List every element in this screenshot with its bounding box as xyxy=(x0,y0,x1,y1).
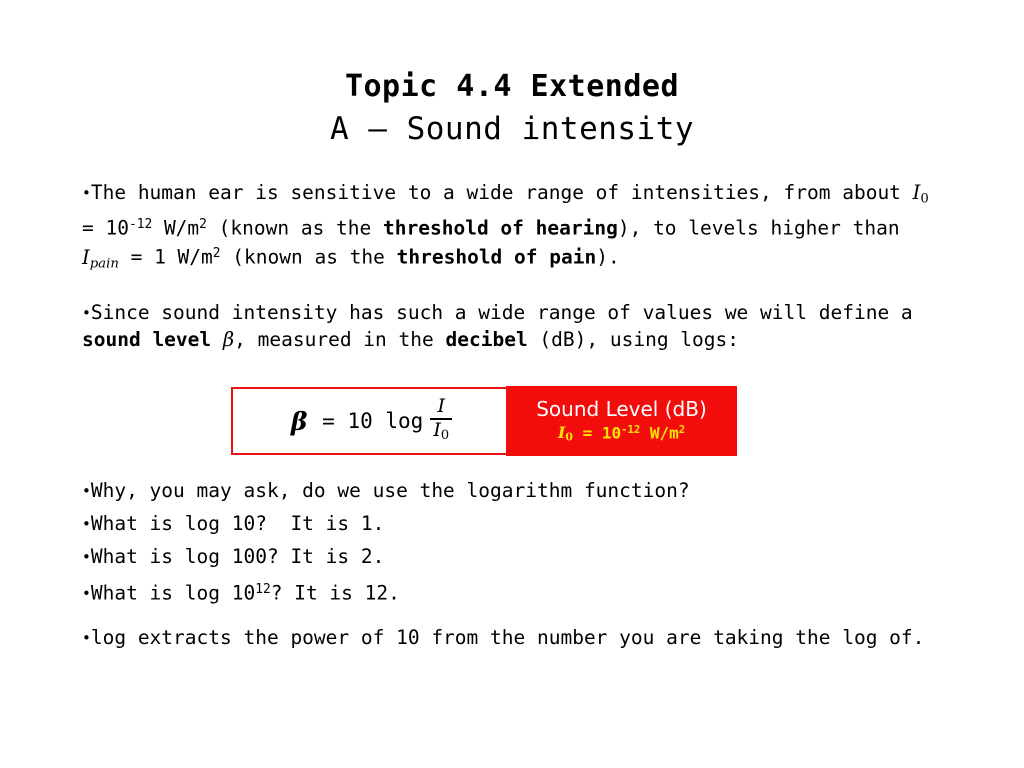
fraction-numerator: I xyxy=(437,395,445,418)
bullet-why-logarithm: •Why, you may ask, do we use the logarit… xyxy=(82,478,962,505)
slide-title: Topic 4.4 Extended A – Sound intensity xyxy=(0,69,1024,149)
symbol-I0-callout-subscript: 0 xyxy=(565,430,573,444)
ear-segment-6: = 1 W/m xyxy=(118,245,213,269)
bullet-icon: • xyxy=(82,584,91,603)
bullet-icon: • xyxy=(82,184,91,202)
ear-segment-7: (known as the xyxy=(220,245,397,269)
exponent-two-a: 2 xyxy=(199,216,207,232)
term-threshold-of-hearing: threshold of hearing xyxy=(383,216,618,240)
log10-text: What is log 10? It is 1. xyxy=(90,512,385,535)
log1012-segment-2: ? It is 12. xyxy=(270,581,400,605)
ear-segment-1: The human ear is sensitive to a wide ran… xyxy=(90,181,913,204)
fraction-denominator-base: I xyxy=(433,418,441,441)
log1012-segment-1: What is log 10 xyxy=(90,581,256,605)
log1012-exponent: 12 xyxy=(255,582,271,597)
exponent-minus-12: -12 xyxy=(128,216,153,232)
bullet-log-extracts-power: •log extracts the power of 10 from the n… xyxy=(82,625,962,652)
sound-level-title: Sound Level (dB) xyxy=(536,396,707,421)
since-segment-3: (dB), using logs: xyxy=(527,327,740,351)
symbol-Ipain: Ipain xyxy=(82,245,119,271)
symbol-I0-subscript: 0 xyxy=(920,191,929,207)
fraction-denominator-subscript: 0 xyxy=(440,428,450,444)
bullet-log-100: •What is log 100? It is 2. xyxy=(82,544,962,571)
exponent-two-b: 2 xyxy=(212,246,221,261)
sound-level-reference-intensity: I0 = 10-12 W/m2 xyxy=(558,423,686,445)
ear-segment-3: W/m xyxy=(152,216,200,240)
callout-segment-1: = 10 xyxy=(572,423,622,443)
bullet-human-ear: •The human ear is sensitive to a wide ra… xyxy=(82,180,942,277)
sound-level-callout: Sound Level (dB) I0 = 10-12 W/m2 xyxy=(506,386,737,456)
bullet-icon: • xyxy=(82,629,91,647)
term-sound-level: sound level xyxy=(82,327,212,351)
log100-text: What is log 100? It is 2. xyxy=(90,545,385,568)
symbol-Ipain-base: I xyxy=(82,245,90,269)
bullet-log-10: •What is log 10? It is 1. xyxy=(82,511,962,538)
since-segment-2: , measured in the xyxy=(234,327,446,351)
formula-equals-coefficient: = 10 log xyxy=(309,409,424,433)
why-text: Why, you may ask, do we use the logarith… xyxy=(90,479,690,502)
bullet-icon: • xyxy=(82,482,91,500)
formula-expression: β = 10 log I I0 xyxy=(290,395,453,443)
ear-segment-5: ), to levels higher than xyxy=(617,216,912,240)
bullet-sound-level-definition: •Since sound intensity has such a wide r… xyxy=(82,300,942,352)
title-line-primary: Topic 4.4 Extended xyxy=(344,69,680,104)
symbol-I0: I0 xyxy=(913,181,929,207)
ear-segment-8: ). xyxy=(596,245,620,269)
symbol-I0-callout: I0 xyxy=(558,423,573,444)
formula-box: β = 10 log I I0 xyxy=(231,387,512,455)
symbol-beta: β xyxy=(290,406,308,436)
callout-exponent-two: 2 xyxy=(678,423,686,436)
symbol-Ipain-subscript: pain xyxy=(89,256,119,271)
term-threshold-of-pain: threshold of pain xyxy=(396,245,597,269)
bullet-icon: • xyxy=(82,515,91,533)
fraction-denominator: I0 xyxy=(430,420,452,443)
bullet-icon: • xyxy=(82,548,91,566)
symbol-beta-inline: β xyxy=(222,327,235,351)
callout-segment-2: W/m xyxy=(640,423,679,443)
bullet-icon: • xyxy=(82,304,91,322)
title-line-secondary: A – Sound intensity xyxy=(329,110,695,147)
extracts-text: log extracts the power of 10 from the nu… xyxy=(90,626,925,649)
term-decibel: decibel xyxy=(445,327,528,351)
since-segment-1: Since sound intensity has such a wide ra… xyxy=(90,301,925,324)
fraction-intensity-ratio: I I0 xyxy=(430,395,453,443)
callout-exponent-minus-12: -12 xyxy=(621,423,641,436)
bullet-log-10-to-12: •What is log 1012? It is 12. xyxy=(82,577,962,607)
ear-segment-4: (known as the xyxy=(206,216,384,240)
